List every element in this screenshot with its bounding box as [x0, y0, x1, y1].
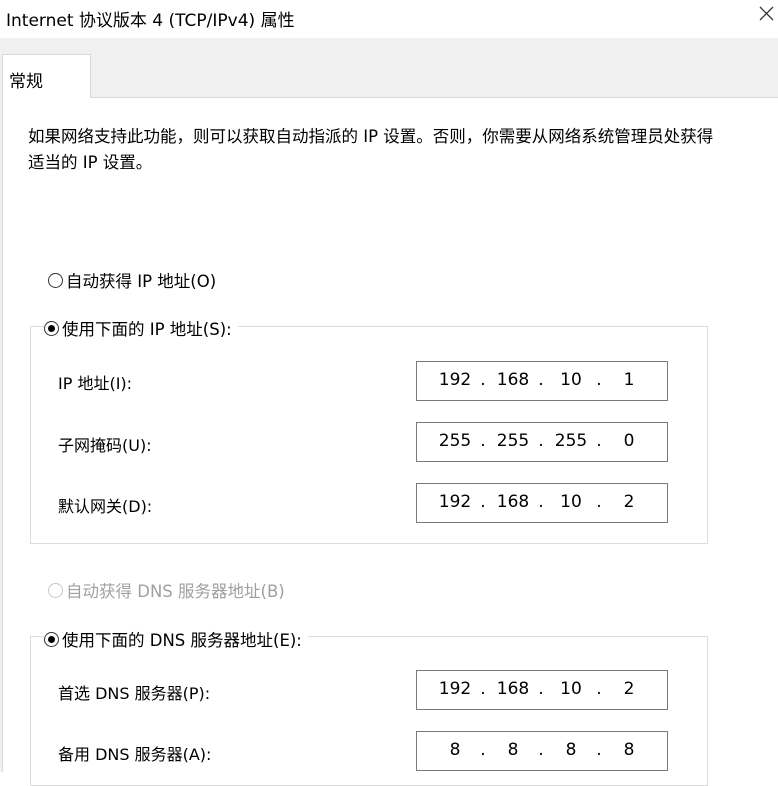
- preferred-dns-label: 首选 DNS 服务器(P):: [58, 684, 211, 703]
- default-gateway-input[interactable]: 192 . 168 . 10 . 2: [416, 483, 668, 523]
- octet: 168: [496, 492, 530, 512]
- octet-separator: .: [538, 740, 544, 760]
- octet-separator: .: [480, 492, 486, 512]
- close-icon: [759, 6, 774, 21]
- auto-ip-option[interactable]: 自动获得 IP 地址(O): [48, 268, 216, 292]
- octet-separator: .: [596, 740, 602, 760]
- manual-dns-label: 使用下面的 DNS 服务器地址(E):: [62, 631, 302, 650]
- octet-separator: .: [538, 431, 544, 451]
- octet: 192: [438, 370, 472, 390]
- auto-dns-label: 自动获得 DNS 服务器地址(B): [66, 582, 285, 601]
- ip-address-input[interactable]: 192 . 168 . 10 . 1: [416, 361, 668, 401]
- auto-dns-option: 自动获得 DNS 服务器地址(B): [48, 578, 285, 602]
- default-gateway-label: 默认网关(D):: [58, 497, 153, 516]
- manual-ip-label: 使用下面的 IP 地址(S):: [62, 320, 232, 339]
- description-text: 如果网络支持此功能，则可以获取自动指派的 IP 设置。否则，你需要从网络系统管理…: [28, 127, 714, 172]
- close-button[interactable]: [738, 0, 778, 30]
- window-title: Internet 协议版本 4 (TCP/IPv4) 属性: [6, 11, 295, 31]
- subnet-mask-label: 子网掩码(U):: [58, 436, 152, 455]
- octet: 8: [623, 740, 635, 760]
- subnet-mask-input[interactable]: 255 . 255 . 255 . 0: [416, 422, 668, 462]
- octet-separator: .: [596, 679, 602, 699]
- octet: 0: [623, 431, 635, 451]
- octet-separator: .: [480, 679, 486, 699]
- auto-ip-radio[interactable]: [48, 272, 63, 288]
- octet: 1: [623, 370, 635, 390]
- octet: 168: [496, 370, 530, 390]
- manual-dns-option[interactable]: 使用下面的 DNS 服务器地址(E):: [44, 627, 308, 651]
- octet-separator: .: [480, 370, 486, 390]
- octet: 10: [560, 370, 582, 390]
- manual-dns-radio[interactable]: [44, 631, 59, 647]
- octet: 192: [438, 492, 472, 512]
- octet-separator: .: [596, 492, 602, 512]
- manual-ip-radio[interactable]: [44, 320, 59, 336]
- octet: 8: [565, 740, 577, 760]
- octet: 8: [507, 740, 519, 760]
- octet-separator: .: [480, 740, 486, 760]
- octet: 168: [496, 679, 530, 699]
- octet: 255: [554, 431, 588, 451]
- octet: 10: [560, 679, 582, 699]
- title-bar: Internet 协议版本 4 (TCP/IPv4) 属性: [0, 0, 778, 38]
- preferred-dns-input[interactable]: 192 . 168 . 10 . 2: [416, 670, 668, 710]
- manual-ip-option[interactable]: 使用下面的 IP 地址(S):: [44, 316, 238, 340]
- octet-separator: .: [596, 370, 602, 390]
- tab-general-label: 常规: [9, 72, 43, 92]
- alternate-dns-label: 备用 DNS 服务器(A):: [58, 745, 212, 764]
- octet: 2: [623, 492, 635, 512]
- octet-separator: .: [538, 492, 544, 512]
- octet: 8: [449, 740, 461, 760]
- octet-separator: .: [480, 431, 486, 451]
- octet: 255: [496, 431, 530, 451]
- alternate-dns-input[interactable]: 8 . 8 . 8 . 8: [416, 731, 668, 771]
- octet-separator: .: [538, 370, 544, 390]
- octet-separator: .: [596, 431, 602, 451]
- ip-address-label: IP 地址(I):: [58, 374, 133, 393]
- octet-separator: .: [538, 679, 544, 699]
- auto-ip-label: 自动获得 IP 地址(O): [66, 272, 217, 291]
- octet: 10: [560, 492, 582, 512]
- octet: 192: [438, 679, 472, 699]
- tab-general[interactable]: 常规: [2, 54, 91, 98]
- octet: 2: [623, 679, 635, 699]
- auto-dns-radio: [48, 582, 63, 598]
- octet: 255: [438, 431, 472, 451]
